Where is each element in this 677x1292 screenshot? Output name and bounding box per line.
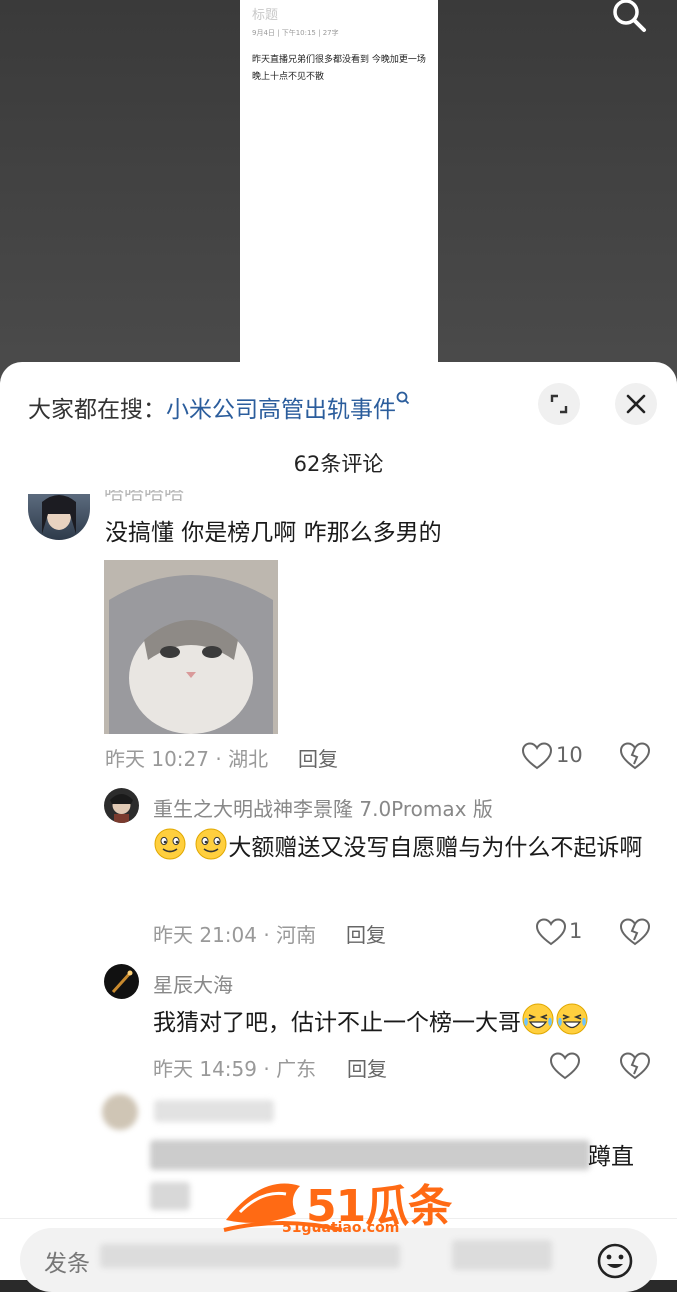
blurred-username [154, 1100, 274, 1122]
like-count: 1 [569, 919, 583, 943]
expand-button[interactable] [538, 383, 580, 425]
reply-button[interactable]: 回复 [346, 919, 386, 948]
like-count: 10 [556, 743, 583, 767]
heart-icon[interactable] [550, 1052, 580, 1080]
comment-count: 62条评论 [293, 452, 384, 476]
reply-button[interactable]: 回复 [298, 743, 338, 772]
emoji-icon[interactable] [596, 1242, 634, 1280]
comment-time-location: 昨天 14:59 · 广东 [153, 1057, 317, 1081]
heart-icon[interactable] [536, 918, 566, 946]
comment-time-location: 昨天 21:04 · 河南 [153, 923, 317, 947]
search-suggestion[interactable]: 大家都在搜：小米公司高管出轨事件 [28, 390, 410, 424]
avatar[interactable] [104, 964, 139, 999]
comment-text-content: 大额赠送又没写自愿赠与为什么不起诉啊 [228, 835, 643, 861]
laugh-cry-emoji-icon [522, 1003, 554, 1035]
blurred-avatar [102, 1094, 138, 1130]
close-button[interactable] [615, 383, 657, 425]
heart-icon[interactable] [522, 742, 552, 770]
laugh-cry-emoji-icon [556, 1003, 588, 1035]
blurred-text [150, 1182, 190, 1210]
comment-username[interactable]: 重生之大明战神李景隆 7.0Promax 版 [153, 793, 493, 822]
note-title: 标题 [252, 8, 279, 23]
comment-image-cat[interactable] [104, 560, 278, 734]
comment-text: 大额赠送又没写自愿赠与为什么不起诉啊 [153, 827, 643, 869]
video-note-card: 标题 9月4日 | 下午10:15 | 27字 昨天直播兄弟们很多都没看到 今晚… [240, 0, 438, 380]
close-icon [626, 394, 646, 414]
note-body: 昨天直播兄弟们很多都没看到 今晚加更一场 晚上十点不见不散 [252, 55, 426, 82]
broken-heart-icon[interactable] [620, 918, 650, 946]
note-meta: 9月4日 | 下午10:15 | 27字 [252, 29, 339, 37]
comment-text: 我猜对了吧，估计不止一个榜一大哥 [153, 1002, 653, 1044]
blurred-input-content [452, 1240, 552, 1270]
search-icon[interactable] [608, 0, 650, 34]
smile-emoji-icon [154, 828, 186, 860]
comment-time-location: 昨天 10:27 · 湖北 [105, 747, 269, 771]
broken-heart-icon[interactable] [620, 742, 650, 770]
comment-text: 没搞懂 你是榜几啊 咋那么多男的 [105, 520, 442, 546]
smile-emoji-icon [195, 828, 227, 860]
watermark-url: 51guatiao.com [282, 1220, 400, 1236]
search-suggestion-keyword[interactable]: 小米公司高管出轨事件 [166, 397, 396, 423]
blurred-input-content [100, 1244, 400, 1268]
search-suggestion-prefix: 大家都在搜： [28, 397, 166, 423]
comment-username[interactable]: 星辰大海 [153, 969, 233, 998]
search-small-icon [396, 391, 410, 405]
reply-button[interactable]: 回复 [347, 1053, 387, 1082]
comment-text-content: 我猜对了吧，估计不止一个榜一大哥 [153, 1010, 521, 1036]
comment-input-placeholder[interactable]: 发条 [44, 1244, 90, 1278]
blurred-comment-tail: 蹲直 [588, 1144, 634, 1170]
broken-heart-icon[interactable] [620, 1052, 650, 1080]
avatar[interactable] [104, 788, 139, 823]
blurred-text [150, 1140, 590, 1170]
expand-icon [550, 394, 568, 414]
